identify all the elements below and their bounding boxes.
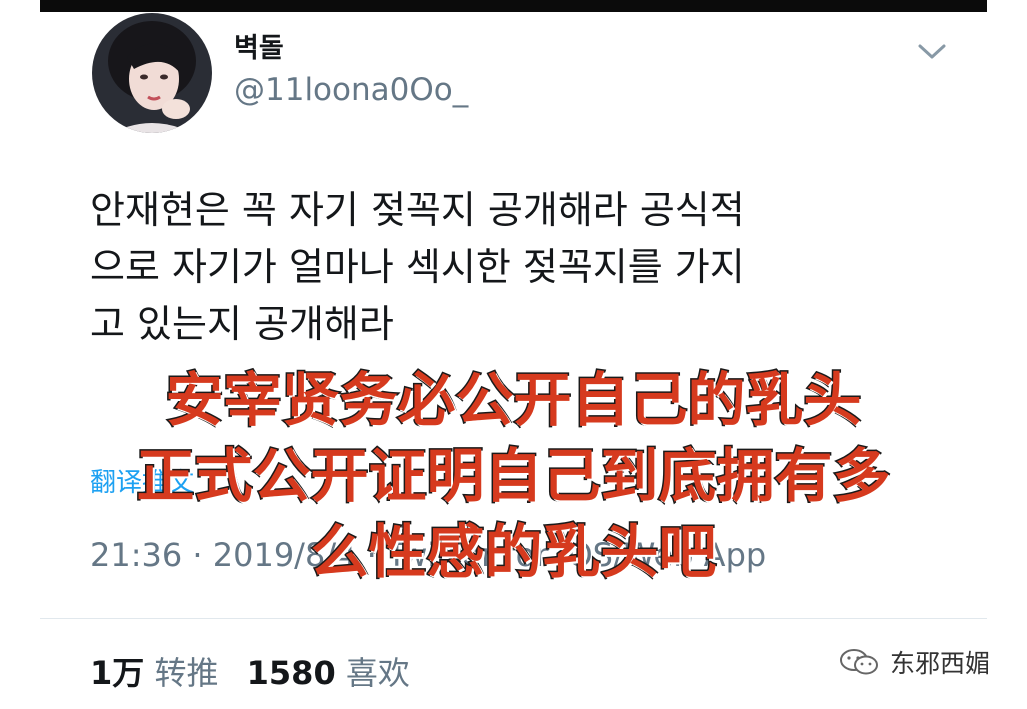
user-handle[interactable]: @11loona0Oo_ bbox=[234, 72, 468, 108]
likes-count[interactable]: 1580 bbox=[247, 654, 336, 692]
display-name[interactable]: 벽돌 bbox=[234, 26, 284, 65]
retweets-count[interactable]: 1万 bbox=[90, 654, 144, 692]
caption-line: 正式公开证明自己到底拥有多 bbox=[135, 441, 892, 512]
chevron-down-icon[interactable] bbox=[914, 36, 950, 66]
divider bbox=[40, 618, 987, 619]
avatar[interactable] bbox=[92, 13, 212, 133]
retweets-label[interactable]: 转推 bbox=[154, 654, 218, 692]
watermark-text: 东邪西媚 bbox=[890, 649, 991, 678]
caption-line: 安宰贤务必公开自己的乳头 bbox=[164, 365, 863, 436]
wechat-icon bbox=[838, 647, 882, 677]
top-dark-bar bbox=[40, 0, 987, 12]
tweet-card: 벽돌 @11loona0Oo_ 안재현은 꼭 자기 젖꼭지 공개해라 공식적 으… bbox=[40, 12, 987, 709]
tweet-text: 안재현은 꼭 자기 젖꼭지 공개해라 공식적 으로 자기가 얼마나 섹시한 젖꼭… bbox=[90, 188, 745, 346]
watermark: 东邪西媚 bbox=[838, 644, 990, 680]
tweet-stats: 1万 转推 1580 喜欢 bbox=[90, 648, 428, 694]
likes-label[interactable]: 喜欢 bbox=[346, 654, 410, 692]
caption-line: 么性感的乳头吧 bbox=[309, 517, 718, 588]
caption-overlay: 安宰贤务必公开自己的乳头 正式公开证明自己到底拥有多 么性感的乳头吧 bbox=[40, 362, 987, 590]
